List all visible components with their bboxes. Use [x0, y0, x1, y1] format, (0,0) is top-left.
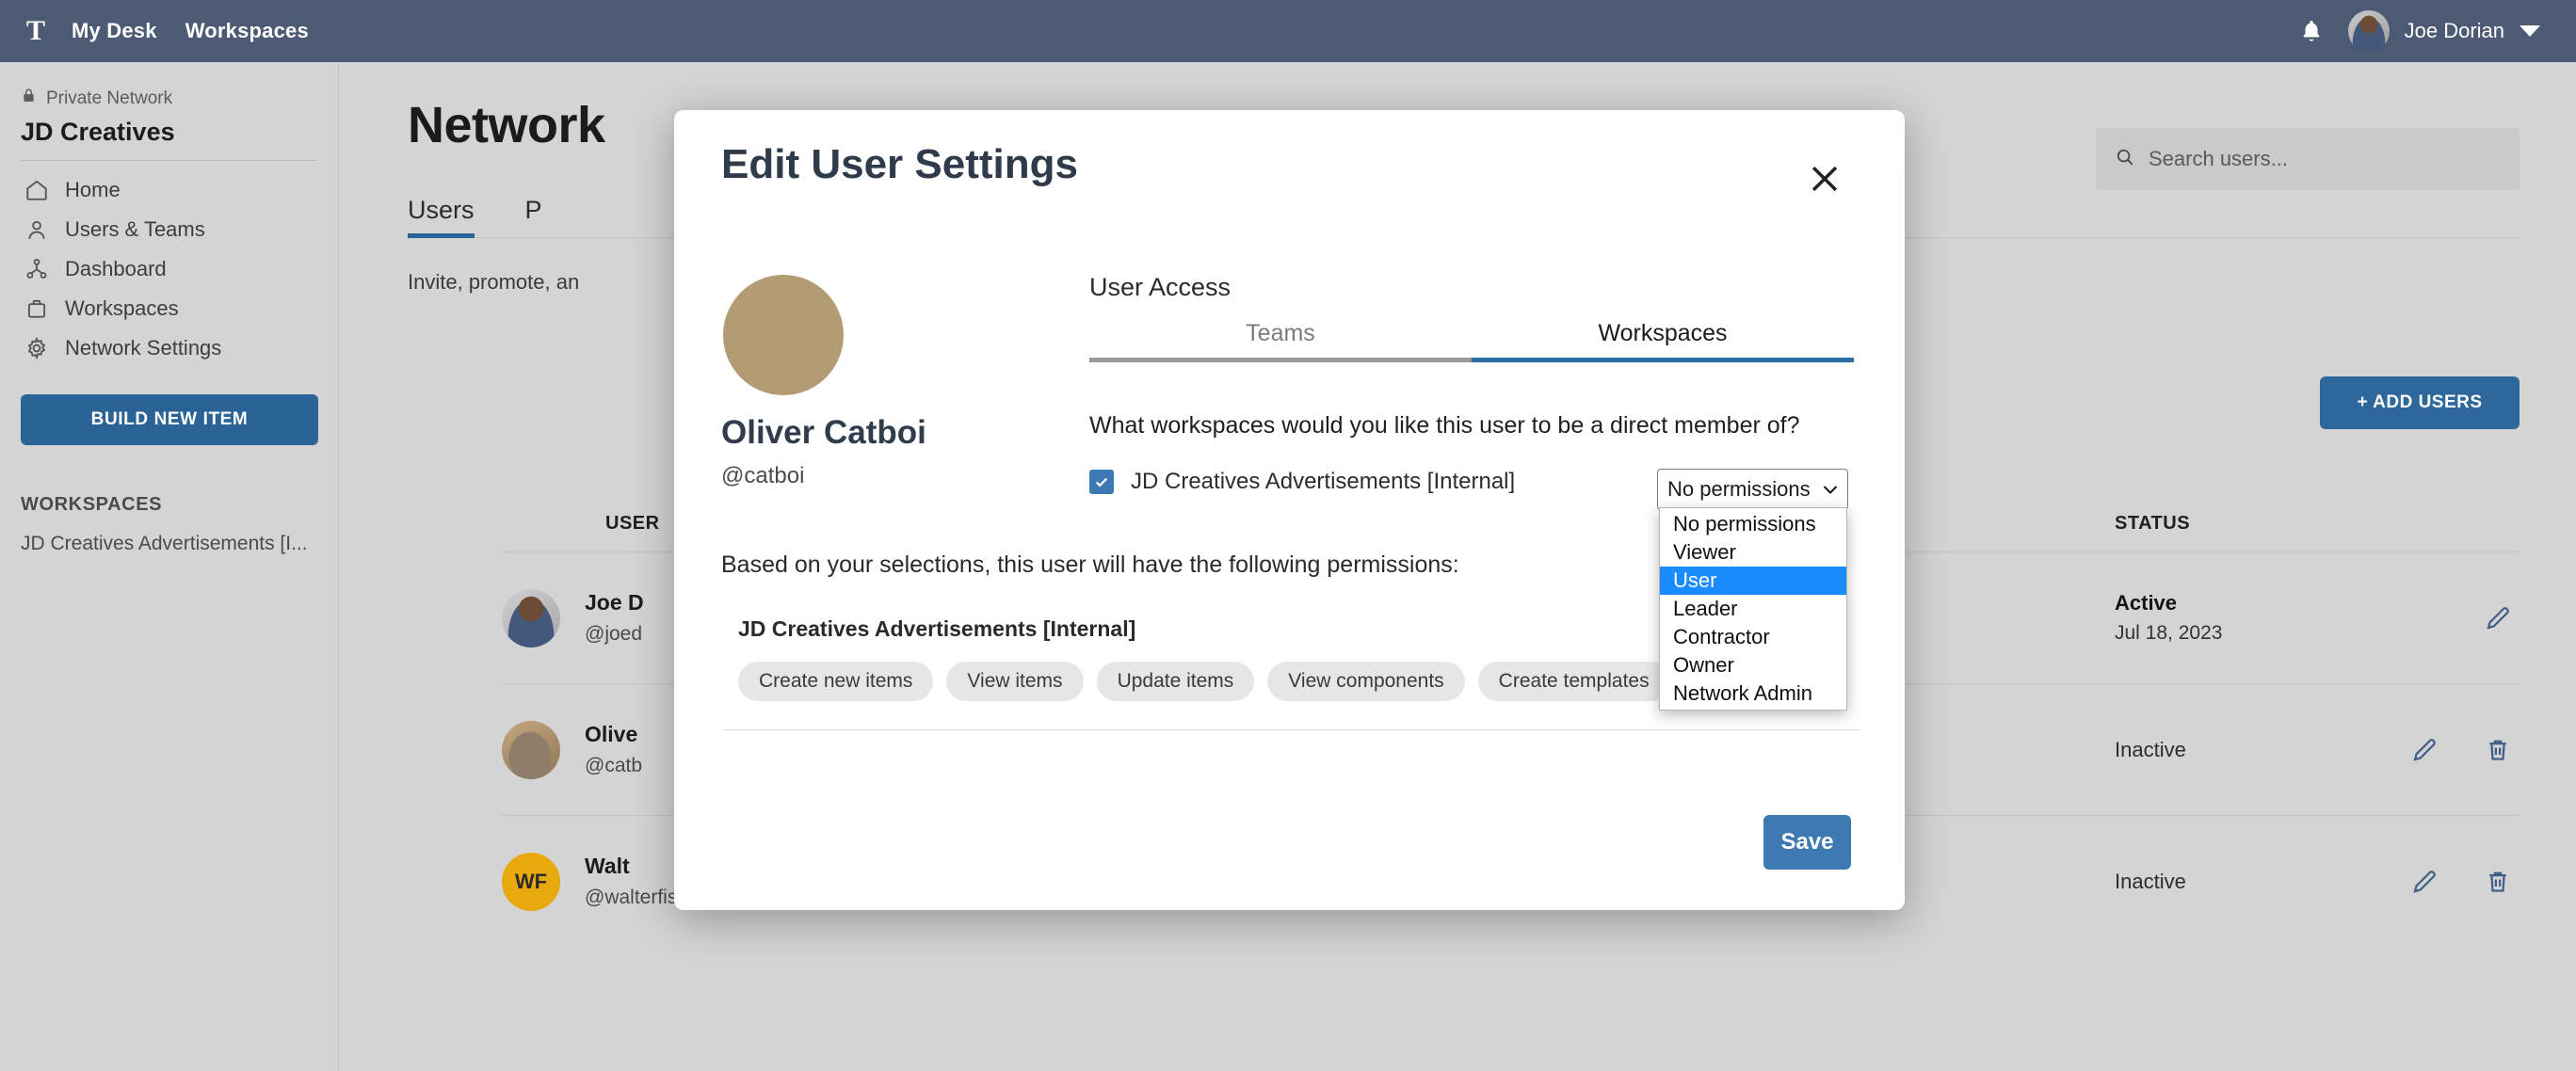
workspace-checkbox[interactable]	[1089, 470, 1114, 494]
permissions-note: Based on your selections, this user will…	[721, 551, 1459, 578]
app-root: T My Desk Workspaces Joe Dorian Private …	[0, 0, 2576, 1071]
dropdown-option-owner[interactable]: Owner	[1660, 651, 1846, 679]
dropdown-option-contractor[interactable]: Contractor	[1660, 623, 1846, 651]
dropdown-option-user[interactable]: User	[1660, 567, 1846, 595]
close-icon[interactable]	[1804, 158, 1845, 200]
dropdown-option-leader[interactable]: Leader	[1660, 595, 1846, 623]
dropdown-option-network-admin[interactable]: Network Admin	[1660, 679, 1846, 708]
dropdown-option-viewer[interactable]: Viewer	[1660, 538, 1846, 567]
workspace-label: JD Creatives Advertisements [Internal]	[1131, 469, 1516, 494]
permissions-workspace-name: JD Creatives Advertisements [Internal]	[738, 616, 1136, 641]
dialog-title: Edit User Settings	[721, 141, 1078, 187]
workspace-question: What workspaces would you like this user…	[1089, 412, 1800, 439]
permission-chip: Create new items	[738, 662, 934, 701]
save-button[interactable]: Save	[1763, 815, 1851, 870]
permission-chip: Update items	[1096, 662, 1255, 701]
permission-select[interactable]: No permissions	[1657, 469, 1848, 510]
tab-teams[interactable]: Teams	[1089, 320, 1472, 362]
permission-chip: View components	[1267, 662, 1465, 701]
permission-chip: Create templates	[1477, 662, 1670, 701]
dialog-user-handle: @catboi	[721, 463, 805, 488]
tab-workspaces[interactable]: Workspaces	[1472, 320, 1854, 362]
dialog-divider	[723, 729, 1860, 730]
permission-chips: Create new items View items Update items…	[738, 662, 1670, 701]
permission-select-value: No permissions	[1667, 477, 1811, 501]
dialog-user-name: Oliver Catboi	[721, 414, 926, 451]
permission-dropdown-list[interactable]: No permissions Viewer User Leader Contra…	[1659, 507, 1847, 711]
chevron-down-icon	[1823, 480, 1838, 500]
user-access-heading: User Access	[1089, 273, 1232, 301]
permission-chip: View items	[946, 662, 1084, 701]
dropdown-option-no-permissions[interactable]: No permissions	[1660, 510, 1846, 538]
user-access-tabs: Teams Workspaces	[1089, 320, 1854, 362]
avatar	[723, 275, 844, 395]
